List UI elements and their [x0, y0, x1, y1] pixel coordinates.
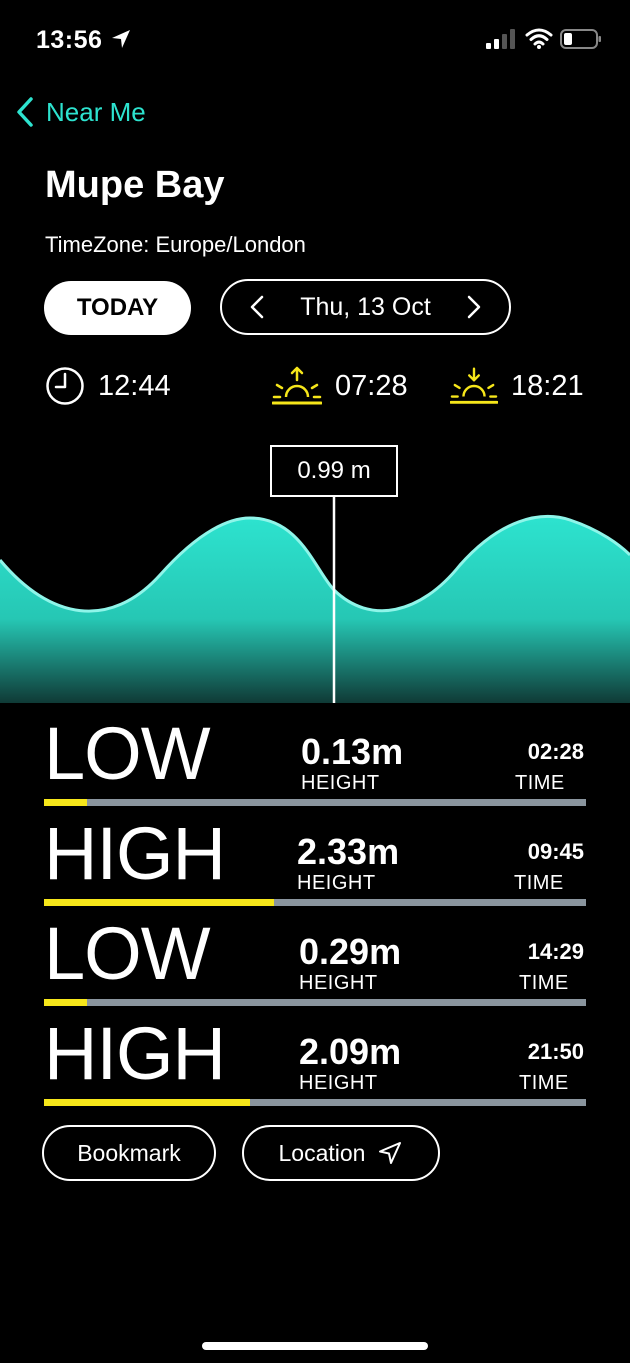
current-time: 12:44 — [98, 369, 171, 402]
back-link[interactable]: Near Me — [14, 92, 146, 132]
battery-icon — [560, 29, 601, 49]
back-label: Near Me — [46, 96, 146, 127]
sunset-time: 18:21 — [511, 369, 584, 402]
tide-height-label: HEIGHT — [297, 872, 376, 894]
bookmark-button[interactable]: Bookmark — [42, 1125, 216, 1181]
status-time: 13:56 — [36, 26, 103, 54]
tide-time-label: TIME — [515, 772, 565, 794]
tide-time: 02:28 — [527, 739, 584, 764]
tide-time: 14:29 — [527, 939, 584, 964]
cellular-signal-icon — [486, 29, 515, 49]
timezone-label: TimeZone: Europe/London — [45, 232, 306, 257]
prev-day-chevron-icon[interactable] — [248, 294, 266, 320]
tide-row: LOW 0.13m HEIGHT 02:28 TIME — [44, 713, 586, 813]
date-label: Thu, 13 Oct — [300, 292, 431, 321]
home-indicator[interactable] — [202, 1342, 428, 1350]
location-label: Location — [278, 1139, 366, 1166]
current-height-marker: 0.99 m — [270, 445, 398, 497]
sunset-icon — [450, 367, 498, 404]
sunrise-info: 07:28 — [272, 364, 408, 408]
tide-height-bar — [44, 1099, 586, 1106]
tide-time-label: TIME — [519, 1072, 569, 1094]
page-title: Mupe Bay — [45, 164, 225, 206]
location-arrow-icon — [112, 30, 130, 48]
tide-type: HIGH — [44, 1012, 226, 1095]
tide-height-label: HEIGHT — [301, 772, 380, 794]
tide-time: 09:45 — [527, 839, 584, 864]
chevron-left-icon — [17, 97, 33, 127]
tide-row: HIGH 2.09m HEIGHT 21:50 TIME — [44, 1013, 586, 1113]
next-day-chevron-icon[interactable] — [465, 294, 483, 320]
tide-type: LOW — [44, 712, 211, 795]
date-picker: Thu, 13 Oct — [220, 279, 511, 335]
sunset-info: 18:21 — [450, 364, 584, 408]
tide-time: 21:50 — [527, 1039, 584, 1064]
screen: 13:56 Near Me Mupe Bay TimeZone: Europe/… — [0, 0, 630, 1363]
tide-height: 2.09m — [299, 1031, 402, 1072]
clock-icon — [46, 367, 84, 405]
current-time-info: 12:44 — [45, 364, 171, 408]
tide-height-bar-fill — [44, 999, 88, 1006]
tide-height: 0.29m — [299, 931, 402, 972]
today-button[interactable]: TODAY — [44, 281, 191, 335]
tide-height-bar — [44, 899, 586, 906]
tide-time-label: TIME — [519, 972, 569, 994]
navigation-arrow-icon — [379, 1142, 402, 1164]
tide-height-label: HEIGHT — [299, 1072, 378, 1094]
tide-height: 2.33m — [297, 831, 400, 872]
tide-height-bar-fill — [44, 799, 88, 806]
bookmark-label: Bookmark — [77, 1139, 181, 1166]
tide-type: LOW — [44, 912, 211, 995]
tide-height-bar — [44, 799, 586, 806]
location-button[interactable]: Location — [242, 1125, 440, 1181]
tide-height-bar-fill — [44, 899, 274, 906]
tide-row: HIGH 2.33m HEIGHT 09:45 TIME — [44, 813, 586, 913]
wifi-icon — [525, 28, 553, 49]
tide-height-label: HEIGHT — [299, 972, 378, 994]
tide-type: HIGH — [44, 812, 226, 895]
sunrise-icon — [272, 366, 322, 405]
tide-height-bar — [44, 999, 586, 1006]
tide-row: LOW 0.29m HEIGHT 14:29 TIME — [44, 913, 586, 1013]
tide-time-label: TIME — [514, 872, 564, 894]
sunrise-time: 07:28 — [335, 369, 408, 402]
tide-height: 0.13m — [301, 731, 404, 772]
tide-height-bar-fill — [44, 1099, 250, 1106]
